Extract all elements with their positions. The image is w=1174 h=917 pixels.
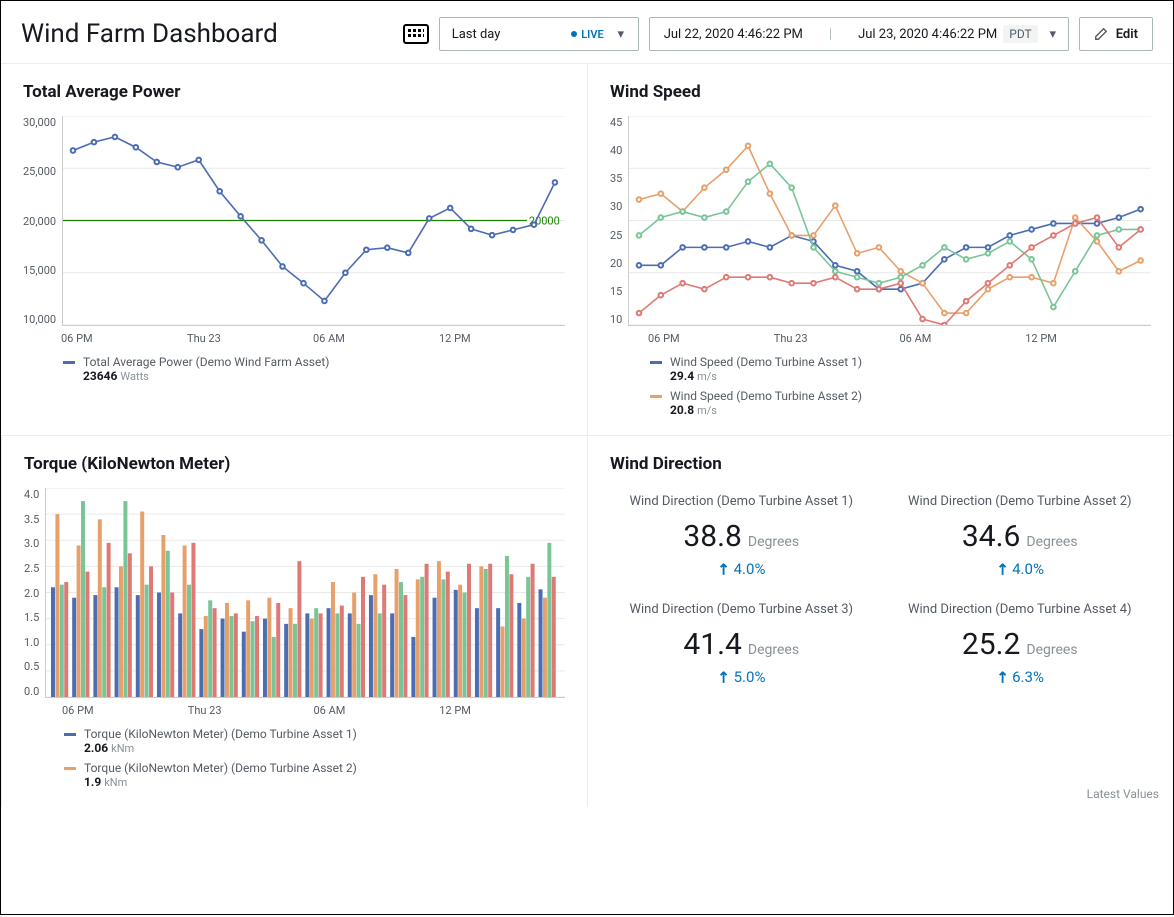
panel-wind-speed: Wind Speed 4540353025201510 06 PMThu 230… bbox=[587, 64, 1173, 435]
panel-grid: Total Average Power 30,00025,00020,00015… bbox=[1, 64, 1173, 807]
chart-legend: Torque (KiloNewton Meter) (Demo Turbine … bbox=[24, 727, 565, 789]
kpi-value: 38.8 bbox=[683, 519, 742, 554]
chart-legend: Wind Speed (Demo Turbine Asset 1)29.4 m/… bbox=[610, 355, 1151, 417]
caret-down-icon[interactable]: ▾ bbox=[612, 27, 630, 42]
caret-down-icon[interactable]: ▾ bbox=[1044, 27, 1062, 42]
kpi-delta: ↗5.0% bbox=[610, 668, 873, 686]
arrow-up-icon: ↗ bbox=[991, 666, 1013, 688]
chart-legend: Total Average Power (Demo Wind Farm Asse… bbox=[23, 355, 565, 383]
y-axis: 30,00025,00020,00015,00010,000 bbox=[23, 116, 62, 326]
keyboard-icon[interactable] bbox=[403, 24, 429, 44]
arrow-up-icon: ↗ bbox=[991, 558, 1013, 580]
kpi-card: Wind Direction (Demo Turbine Asset 2) 34.… bbox=[889, 494, 1152, 578]
kpi-unit: Degrees bbox=[1026, 534, 1077, 550]
kpi-title: Wind Direction (Demo Turbine Asset 1) bbox=[610, 494, 873, 511]
kpi-title: Wind Direction (Demo Turbine Asset 3) bbox=[610, 602, 873, 619]
panel-title: Total Average Power bbox=[23, 82, 565, 102]
page-title: Wind Farm Dashboard bbox=[21, 19, 278, 49]
panel-title: Wind Direction bbox=[610, 454, 1151, 474]
kpi-card: Wind Direction (Demo Turbine Asset 1) 38.… bbox=[610, 494, 873, 578]
panel-wind-direction: Wind Direction Wind Direction (Demo Turb… bbox=[587, 435, 1173, 807]
live-indicator: LIVE bbox=[571, 28, 603, 41]
kpi-card: Wind Direction (Demo Turbine Asset 3) 41.… bbox=[610, 602, 873, 686]
y-axis: 4.03.53.02.52.01.51.00.50.0 bbox=[24, 488, 45, 698]
legend-swatch bbox=[63, 361, 75, 364]
legend-swatch bbox=[64, 767, 76, 770]
arrow-up-icon: ↗ bbox=[713, 666, 735, 688]
dashboard-page: Wind Farm Dashboard Last day LIVE ▾ Jul … bbox=[0, 0, 1174, 915]
date-to: Jul 23, 2020 4:46:22 PM bbox=[858, 27, 997, 42]
timezone-badge: PDT bbox=[1003, 25, 1037, 43]
kpi-unit: Degrees bbox=[1026, 642, 1077, 658]
date-separator-icon: | bbox=[829, 27, 852, 42]
kpi-grid: Wind Direction (Demo Turbine Asset 1) 38.… bbox=[610, 488, 1151, 686]
legend-item: Wind Speed (Demo Turbine Asset 2)20.8 m/… bbox=[650, 389, 1151, 417]
line-chart[interactable] bbox=[628, 116, 1151, 326]
kpi-value: 41.4 bbox=[683, 627, 742, 662]
y-axis: 4540353025201510 bbox=[610, 116, 628, 326]
legend-swatch bbox=[650, 395, 662, 398]
time-range-select[interactable]: Last day LIVE ▾ bbox=[439, 17, 639, 51]
page-header: Wind Farm Dashboard Last day LIVE ▾ Jul … bbox=[1, 1, 1173, 64]
latest-values-label: Latest Values bbox=[1087, 787, 1159, 801]
x-axis: 06 PMThu 2306 AM12 PM bbox=[24, 698, 565, 717]
live-dot-icon bbox=[571, 31, 577, 37]
kpi-card: Wind Direction (Demo Turbine Asset 4) 25.… bbox=[889, 602, 1152, 686]
kpi-title: Wind Direction (Demo Turbine Asset 4) bbox=[889, 602, 1152, 619]
legend-item: Torque (KiloNewton Meter) (Demo Turbine … bbox=[64, 727, 565, 755]
pencil-icon bbox=[1094, 27, 1108, 41]
arrow-up-icon: ↗ bbox=[713, 558, 735, 580]
kpi-value: 25.2 bbox=[962, 627, 1021, 662]
legend-item: Torque (KiloNewton Meter) (Demo Turbine … bbox=[64, 761, 565, 789]
time-range-label: Last day bbox=[452, 27, 564, 42]
kpi-delta: ↗4.0% bbox=[889, 560, 1152, 578]
bar-chart[interactable] bbox=[45, 488, 565, 698]
edit-button[interactable]: Edit bbox=[1079, 17, 1153, 51]
panel-total-average-power: Total Average Power 30,00025,00020,00015… bbox=[1, 64, 587, 435]
legend-item: Wind Speed (Demo Turbine Asset 1)29.4 m/… bbox=[650, 355, 1151, 383]
panel-title: Torque (KiloNewton Meter) bbox=[24, 454, 565, 474]
legend-swatch bbox=[650, 361, 662, 364]
kpi-title: Wind Direction (Demo Turbine Asset 2) bbox=[889, 494, 1152, 511]
date-from: Jul 22, 2020 4:46:22 PM bbox=[664, 27, 823, 42]
kpi-unit: Degrees bbox=[748, 642, 799, 658]
kpi-delta: ↗4.0% bbox=[610, 560, 873, 578]
kpi-delta: ↗6.3% bbox=[889, 668, 1152, 686]
x-axis: 06 PMThu 2306 AM12 PM bbox=[23, 326, 565, 345]
kpi-value: 34.6 bbox=[962, 519, 1021, 554]
date-range-select[interactable]: Jul 22, 2020 4:46:22 PM | Jul 23, 2020 4… bbox=[649, 17, 1069, 51]
line-chart[interactable]: 20000 bbox=[62, 116, 565, 326]
kpi-unit: Degrees bbox=[748, 534, 799, 550]
panel-torque: Torque (KiloNewton Meter) 4.03.53.02.52.… bbox=[1, 435, 587, 807]
x-axis: 06 PMThu 2306 AM12 PM bbox=[610, 326, 1151, 345]
legend-swatch bbox=[64, 733, 76, 736]
panel-title: Wind Speed bbox=[610, 82, 1151, 102]
legend-item: Total Average Power (Demo Wind Farm Asse… bbox=[63, 355, 565, 383]
